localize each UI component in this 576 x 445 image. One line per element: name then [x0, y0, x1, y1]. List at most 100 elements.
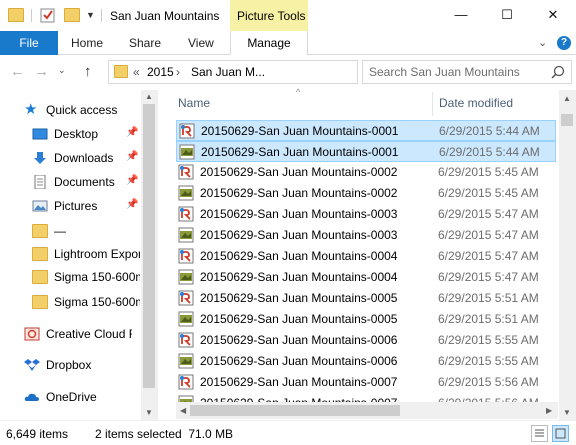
file-row[interactable]: 20150629-San Juan Mountains-0007 6/29/201…: [176, 372, 556, 393]
nav-quick-access[interactable]: ★ Quick access: [0, 99, 142, 121]
nav-folder[interactable]: Lightroom Expor: [0, 243, 142, 265]
minimize-button[interactable]: —: [438, 0, 484, 30]
expand-ribbon-icon[interactable]: ⌄: [538, 31, 547, 55]
file-date-modified: 6/29/2015 5:51 AM: [438, 312, 539, 326]
dropbox-icon: [24, 359, 40, 371]
tab-view[interactable]: View: [188, 31, 214, 55]
folder-icon: [32, 224, 48, 238]
details-view-button[interactable]: [531, 425, 548, 442]
file-date-modified: 6/29/2015 5:44 AM: [439, 145, 540, 159]
toolbar-divider: [101, 9, 102, 22]
new-folder-icon[interactable]: [64, 8, 80, 22]
scroll-thumb[interactable]: [143, 104, 155, 388]
tab-share[interactable]: Share: [129, 31, 161, 55]
scroll-thumb[interactable]: [561, 114, 573, 126]
search-icon[interactable]: [551, 65, 565, 79]
documents-icon: [34, 175, 46, 189]
up-icon[interactable]: ↑: [84, 63, 92, 80]
pictures-icon: [32, 200, 48, 212]
nav-downloads[interactable]: Downloads 📌: [0, 147, 142, 169]
file-row[interactable]: 20150629-San Juan Mountains-0003 6/29/201…: [176, 204, 556, 225]
scroll-down-icon[interactable]: ▼: [563, 408, 571, 417]
nav-documents[interactable]: Documents 📌: [0, 171, 142, 193]
desktop-icon: [32, 128, 48, 140]
breadcrumb-current[interactable]: San Juan M...: [191, 65, 265, 79]
file-row[interactable]: 20150629-San Juan Mountains-0003 6/29/201…: [176, 225, 556, 246]
close-button[interactable]: ✕: [530, 0, 576, 30]
properties-icon[interactable]: [40, 8, 56, 23]
column-name-header[interactable]: Name: [178, 96, 210, 110]
nav-folder[interactable]: —: [0, 220, 142, 242]
jpg-image-file-icon: [178, 353, 194, 369]
nav-onedrive[interactable]: OneDrive: [0, 386, 142, 408]
scroll-left-icon[interactable]: ◀: [180, 406, 186, 415]
tab-file[interactable]: File: [0, 31, 58, 55]
raw-image-file-icon: [178, 374, 194, 390]
folder-icon: [32, 295, 48, 309]
address-box[interactable]: « 2015 › San Juan M... ▼ ⟳: [108, 60, 456, 84]
onedrive-icon: [24, 393, 39, 401]
file-name: 20150629-San Juan Mountains-0004: [200, 249, 398, 263]
help-icon[interactable]: ?: [557, 36, 571, 50]
nav-folder[interactable]: Sigma 150-600m: [0, 266, 142, 288]
large-icons-view-button[interactable]: [552, 425, 569, 442]
scroll-thumb[interactable]: [190, 405, 400, 416]
nav-creative-cloud[interactable]: Creative Cloud Fil: [0, 323, 142, 345]
file-row[interactable]: 20150629-San Juan Mountains-0002 6/29/201…: [176, 162, 556, 183]
file-name: 20150629-San Juan Mountains-0006: [200, 354, 398, 368]
file-name: 20150629-San Juan Mountains-0003: [200, 228, 398, 242]
breadcrumb-separator-icon[interactable]: ›: [176, 65, 180, 79]
scroll-right-icon[interactable]: ▶: [546, 406, 552, 415]
window-title: San Juan Mountains: [110, 9, 220, 23]
nav-label: OneDrive: [46, 390, 97, 404]
file-name: 20150629-San Juan Mountains-0005: [200, 312, 398, 326]
file-date-modified: 6/29/2015 5:56 AM: [438, 375, 539, 389]
file-row[interactable]: 20150629-San Juan Mountains-0001 6/29/201…: [176, 141, 556, 162]
file-row[interactable]: 20150629-San Juan Mountains-0001 6/29/201…: [176, 120, 556, 141]
column-divider[interactable]: [432, 92, 433, 116]
customize-toolbar-icon[interactable]: ▼: [86, 10, 102, 24]
scroll-down-icon[interactable]: ▼: [145, 408, 153, 417]
toolbar-divider: [31, 9, 32, 22]
file-row[interactable]: 20150629-San Juan Mountains-0006 6/29/201…: [176, 330, 556, 351]
back-icon[interactable]: ←: [10, 63, 25, 80]
nav-folder[interactable]: Sigma 150-600m: [0, 291, 142, 313]
tab-home[interactable]: Home: [71, 31, 103, 55]
creative-cloud-icon: [24, 327, 40, 341]
maximize-button[interactable]: ☐: [484, 0, 530, 30]
file-row[interactable]: 20150629-San Juan Mountains-0004 6/29/201…: [176, 267, 556, 288]
ribbon-tabs: File Home Share View Manage ⌄ ?: [0, 31, 576, 56]
file-row[interactable]: 20150629-San Juan Mountains-0005 6/29/201…: [176, 288, 556, 309]
breadcrumb-2015[interactable]: 2015: [147, 65, 174, 79]
context-tab-label: Picture Tools: [237, 9, 306, 23]
forward-icon[interactable]: →: [34, 63, 49, 80]
file-date-modified: 6/29/2015 5:47 AM: [438, 228, 539, 242]
jpg-image-file-icon: [178, 269, 194, 285]
scroll-up-icon[interactable]: ▲: [145, 92, 153, 101]
nav-label: —: [54, 224, 66, 238]
tab-manage[interactable]: Manage: [230, 31, 308, 56]
file-row[interactable]: 20150629-San Juan Mountains-0002 6/29/201…: [176, 183, 556, 204]
file-row[interactable]: 20150629-San Juan Mountains-0005 6/29/201…: [176, 309, 556, 330]
scroll-up-icon[interactable]: ▲: [563, 94, 571, 103]
recent-locations-icon[interactable]: ⌄: [58, 65, 66, 76]
nav-label: Lightroom Expor: [54, 247, 140, 261]
search-box[interactable]: [362, 60, 572, 84]
nav-label: Sigma 150-600m: [54, 295, 140, 309]
breadcrumb-overflow[interactable]: «: [133, 65, 140, 79]
nav-dropbox[interactable]: Dropbox: [0, 354, 142, 376]
nav-desktop[interactable]: Desktop 📌: [0, 123, 142, 145]
file-date-modified: 6/29/2015 5:47 AM: [438, 249, 539, 263]
nav-scrollbar[interactable]: ▲ ▼: [141, 90, 158, 420]
nav-pictures[interactable]: Pictures 📌: [0, 195, 142, 217]
column-date-header[interactable]: Date modified: [439, 96, 513, 110]
folder-icon: [32, 247, 48, 261]
search-input[interactable]: [369, 64, 545, 80]
file-row[interactable]: 20150629-San Juan Mountains-0006 6/29/201…: [176, 351, 556, 372]
file-date-modified: 6/29/2015 5:47 AM: [438, 270, 539, 284]
vertical-scrollbar[interactable]: ▲ ▼: [559, 90, 576, 420]
file-name: 20150629-San Juan Mountains-0006: [200, 333, 398, 347]
raw-image-file-icon: [178, 206, 194, 222]
file-row[interactable]: 20150629-San Juan Mountains-0004 6/29/201…: [176, 246, 556, 267]
horizontal-scrollbar[interactable]: ◀ ▶: [176, 402, 558, 419]
